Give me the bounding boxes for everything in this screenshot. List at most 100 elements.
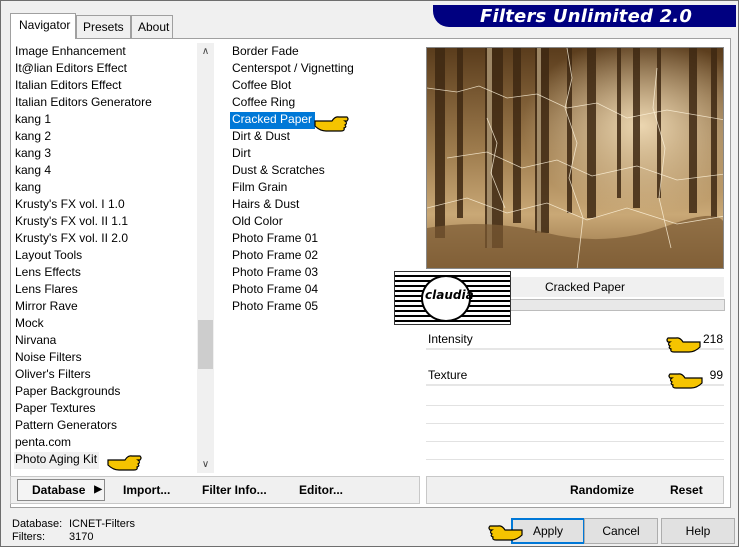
- preview-toolbar: Randomize Reset: [426, 476, 724, 504]
- filter-list-item[interactable]: Border Fade: [230, 44, 410, 61]
- category-item-label: Italian Editors Effect: [15, 78, 122, 92]
- filter-item-label: Centerspot / Vignetting: [232, 61, 354, 75]
- status-filters-label: Filters:: [12, 531, 45, 543]
- reset-button[interactable]: Reset: [670, 477, 703, 503]
- category-list-item[interactable]: Noise Filters: [14, 350, 197, 367]
- category-item-label: Image Enhancement: [15, 44, 126, 58]
- filter-list-item[interactable]: Photo Frame 05: [230, 299, 410, 316]
- category-list-item[interactable]: Krusty's FX vol. I 1.0: [14, 197, 197, 214]
- category-item-label: It@lian Editors Effect: [15, 61, 128, 75]
- editor-button[interactable]: Editor...: [299, 477, 343, 503]
- category-scrollbar[interactable]: ∧ ∨: [197, 43, 214, 473]
- status-database-label: Database:: [12, 518, 63, 530]
- scroll-up-arrow-icon[interactable]: ∧: [197, 43, 214, 60]
- filter-list-item[interactable]: Hairs & Dust: [230, 197, 410, 214]
- help-button[interactable]: Help: [661, 518, 735, 544]
- filter-list-item[interactable]: Photo Frame 01: [230, 231, 410, 248]
- category-list-item[interactable]: Italian Editors Effect: [14, 78, 197, 95]
- category-item-label: Layout Tools: [15, 248, 83, 262]
- tab-about[interactable]: About: [131, 15, 173, 38]
- category-list-item[interactable]: Layout Tools: [14, 248, 197, 265]
- filter-item-label: Coffee Blot: [232, 78, 292, 92]
- tab-navigator[interactable]: Navigator: [10, 13, 76, 39]
- param-value: 218: [702, 332, 723, 346]
- param-value: 99: [709, 368, 723, 382]
- category-list-item[interactable]: Pattern Generators: [14, 418, 197, 435]
- category-item-label: Pattern Generators: [15, 418, 118, 432]
- category-list-item[interactable]: Nirvana: [14, 333, 197, 350]
- category-list-item[interactable]: Paper Backgrounds: [14, 384, 197, 401]
- category-list-item[interactable]: Italian Editors Generatore: [14, 95, 197, 112]
- category-list-item[interactable]: penta.com: [14, 435, 197, 452]
- category-list[interactable]: Image Enhancement It@lian Editors Effect I…: [14, 44, 197, 474]
- category-item-label: penta.com: [15, 435, 72, 449]
- import-button[interactable]: Import...: [123, 477, 170, 503]
- category-item-label: kang 2: [15, 129, 52, 143]
- filter-list-item[interactable]: Photo Frame 02: [230, 248, 410, 265]
- category-list-item[interactable]: kang 3: [14, 146, 197, 163]
- param-label: Intensity: [428, 332, 473, 346]
- database-button[interactable]: Database ▶: [17, 479, 105, 501]
- filter-list[interactable]: Border Fade Centerspot / Vignetting Coffee…: [230, 44, 410, 316]
- category-list-item[interactable]: Mock: [14, 316, 197, 333]
- filter-info-button[interactable]: Filter Info...: [202, 477, 267, 503]
- divider: [426, 423, 724, 424]
- filter-item-label: Photo Frame 01: [232, 231, 319, 245]
- category-list-item[interactable]: Mirror Rave: [14, 299, 197, 316]
- category-item-label: Noise Filters: [15, 350, 82, 364]
- category-list-item[interactable]: kang: [14, 180, 197, 197]
- tab-presets[interactable]: Presets: [76, 15, 131, 38]
- filter-list-item[interactable]: Dirt: [230, 146, 410, 163]
- category-list-item[interactable]: Lens Effects: [14, 265, 197, 282]
- filter-list-item[interactable]: Film Grain: [230, 180, 410, 197]
- filter-list-item[interactable]: Photo Frame 04: [230, 282, 410, 299]
- category-list-item[interactable]: Krusty's FX vol. II 2.0: [14, 231, 197, 248]
- category-list-item[interactable]: Krusty's FX vol. II 1.1: [14, 214, 197, 231]
- category-item-label: Italian Editors Generatore: [15, 95, 152, 109]
- category-item-label: Paper Textures: [15, 401, 96, 415]
- pointing-hand-icon: [488, 525, 523, 541]
- claudia-watermark: claudia: [394, 271, 511, 325]
- scroll-down-arrow-icon[interactable]: ∨: [197, 456, 214, 473]
- category-item-label: Mock: [15, 316, 44, 330]
- category-list-item[interactable]: Image Enhancement: [14, 44, 197, 61]
- category-item-label: Photo Aging Kit: [14, 452, 100, 469]
- filter-list-item[interactable]: Coffee Blot: [230, 78, 410, 95]
- param-label: Texture: [428, 368, 468, 382]
- filter-item-label: Dirt: [232, 146, 251, 160]
- filter-list-item[interactable]: Centerspot / Vignetting: [230, 61, 410, 78]
- watermark-text: claudia: [425, 288, 474, 302]
- pointing-hand-icon: [107, 455, 142, 471]
- category-item-label: Mirror Rave: [15, 299, 78, 313]
- category-item-label: Krusty's FX vol. II 2.0: [15, 231, 128, 245]
- category-list-item[interactable]: Photo Aging Kit: [14, 452, 197, 469]
- category-list-item[interactable]: Paper Textures: [14, 401, 197, 418]
- scrollbar-thumb[interactable]: [198, 320, 213, 369]
- category-item-label: Krusty's FX vol. I 1.0: [15, 197, 125, 211]
- category-item-label: Lens Flares: [15, 282, 78, 296]
- status-database-value: ICNET-Filters: [69, 518, 135, 530]
- filter-list-item[interactable]: Old Color: [230, 214, 410, 231]
- filter-item-label: Hairs & Dust: [232, 197, 300, 211]
- category-list-item[interactable]: It@lian Editors Effect: [14, 61, 197, 78]
- filter-list-item[interactable]: Dust & Scratches: [230, 163, 410, 180]
- filter-list-item[interactable]: Coffee Ring: [230, 95, 410, 112]
- app-title-banner: Filters Unlimited 2.0: [433, 5, 736, 27]
- randomize-button[interactable]: Randomize: [570, 477, 634, 503]
- category-list-item[interactable]: Oliver's Filters: [14, 367, 197, 384]
- pointing-hand-icon: [314, 116, 349, 132]
- filter-item-label: Cracked Paper: [230, 112, 316, 129]
- navigator-toolbar: Database ▶ Import... Filter Info... Edit…: [10, 476, 420, 504]
- filter-list-item[interactable]: Photo Frame 03: [230, 265, 410, 282]
- filter-item-label: Border Fade: [232, 44, 299, 58]
- cancel-button[interactable]: Cancel: [584, 518, 658, 544]
- filter-item-label: Coffee Ring: [232, 95, 296, 109]
- category-item-label: kang 3: [15, 146, 52, 160]
- category-item-label: kang: [15, 180, 42, 194]
- divider: [426, 405, 724, 406]
- category-list-item[interactable]: kang 4: [14, 163, 197, 180]
- category-list-item[interactable]: kang 2: [14, 129, 197, 146]
- filters-unlimited-window: Navigator Presets About Filters Unlimite…: [0, 0, 739, 547]
- category-list-item[interactable]: kang 1: [14, 112, 197, 129]
- category-list-item[interactable]: Lens Flares: [14, 282, 197, 299]
